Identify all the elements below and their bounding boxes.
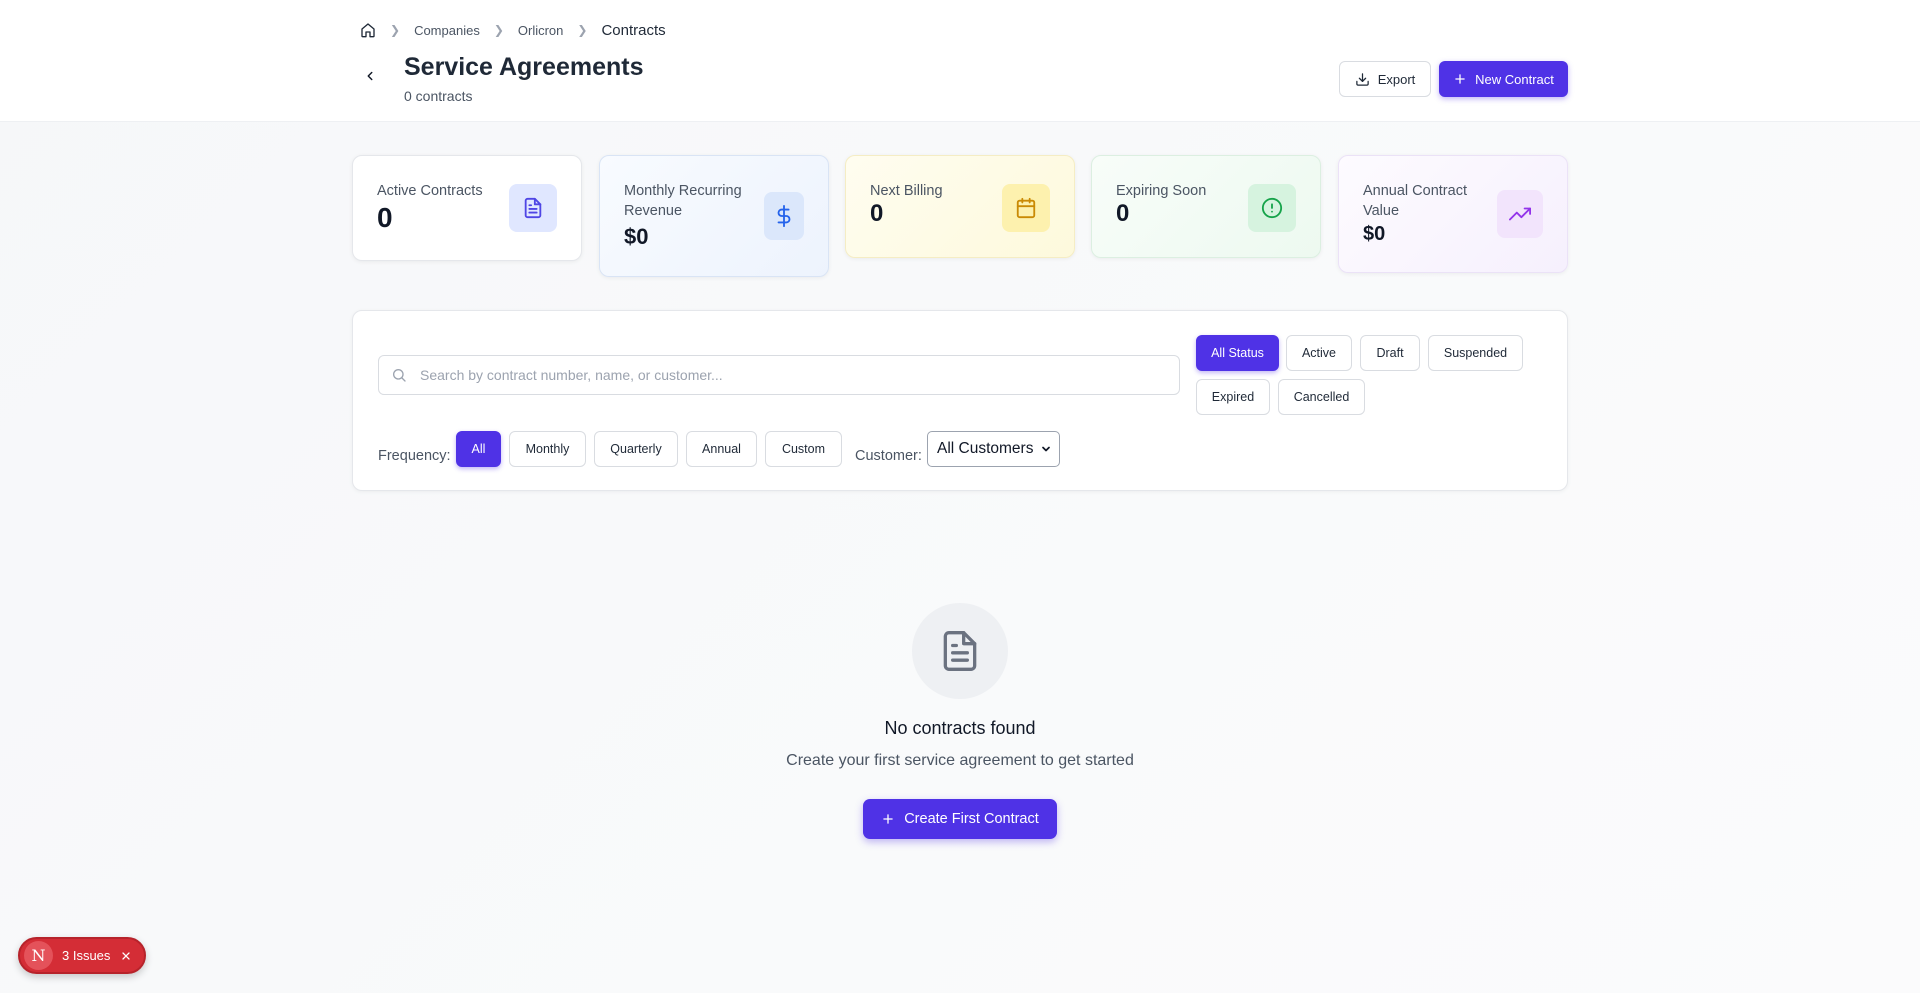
stat-label: Next Billing bbox=[870, 183, 943, 199]
chevron-down-icon bbox=[1042, 446, 1050, 452]
create-first-contract-button[interactable]: Create First Contract bbox=[863, 799, 1057, 839]
status-filter-expired[interactable]: Expired bbox=[1196, 379, 1270, 415]
home-icon[interactable] bbox=[360, 22, 376, 38]
frequency-label: Frequency: bbox=[378, 448, 451, 464]
stat-card-annual-value: Annual Contract Value $0 bbox=[1338, 155, 1568, 273]
new-contract-button[interactable]: New Contract bbox=[1439, 61, 1568, 97]
plus-icon bbox=[1455, 74, 1465, 84]
download-icon bbox=[1355, 72, 1369, 86]
stat-value: 0 bbox=[377, 202, 393, 233]
breadcrumb: ❯ Companies ❯ Orlicron ❯ Contracts bbox=[360, 20, 666, 40]
customer-label: Customer: bbox=[855, 448, 922, 464]
frequency-filter-annual[interactable]: Annual bbox=[686, 431, 757, 467]
issues-count: 3 Issues bbox=[62, 948, 111, 963]
create-first-contract-label: Create First Contract bbox=[904, 811, 1039, 827]
breadcrumb-company[interactable]: Orlicron bbox=[518, 23, 564, 38]
stat-label: Monthly Recurring Revenue bbox=[624, 183, 742, 219]
customer-select-value: All Customers bbox=[937, 440, 1034, 457]
stat-label: Annual Contract Value bbox=[1363, 183, 1467, 219]
status-filter-draft[interactable]: Draft bbox=[1360, 335, 1420, 371]
breadcrumb-current: Contracts bbox=[601, 21, 666, 39]
empty-state-icon bbox=[912, 603, 1008, 699]
nextjs-logo: N bbox=[24, 941, 53, 970]
chevron-left-icon bbox=[367, 71, 373, 81]
stat-value: $0 bbox=[1363, 223, 1386, 245]
page-header: ❯ Companies ❯ Orlicron ❯ Contracts Servi… bbox=[0, 0, 1920, 122]
contract-count: 0 contracts bbox=[404, 88, 473, 104]
frequency-filter-all[interactable]: All bbox=[456, 431, 501, 467]
frequency-filter-quarterly[interactable]: Quarterly bbox=[594, 431, 678, 467]
stat-value: 0 bbox=[1116, 200, 1130, 227]
new-contract-label: New Contract bbox=[1475, 71, 1554, 87]
stat-card-next-billing: Next Billing 0 bbox=[845, 155, 1075, 258]
back-button[interactable] bbox=[360, 66, 380, 86]
close-icon[interactable] bbox=[120, 950, 132, 962]
customer-select[interactable]: All Customers bbox=[927, 431, 1060, 467]
status-filter-active[interactable]: Active bbox=[1286, 335, 1352, 371]
page-title: Service Agreements bbox=[404, 53, 644, 81]
frequency-filter-custom[interactable]: Custom bbox=[765, 431, 842, 467]
status-filter-cancelled[interactable]: Cancelled bbox=[1278, 379, 1365, 415]
empty-state-title: No contracts found bbox=[884, 718, 1036, 738]
stat-label: Active Contracts bbox=[377, 183, 483, 199]
calendar-icon bbox=[1002, 184, 1050, 232]
export-button[interactable]: Export bbox=[1339, 61, 1431, 97]
stat-value: 0 bbox=[870, 200, 884, 227]
filters-panel: All Status Active Draft Suspended Expire… bbox=[352, 310, 1568, 491]
document-icon bbox=[943, 631, 977, 671]
search-input[interactable] bbox=[420, 356, 1179, 394]
frequency-filter-monthly[interactable]: Monthly bbox=[509, 431, 586, 467]
plus-icon bbox=[883, 814, 893, 824]
alert-circle-icon bbox=[1248, 184, 1296, 232]
search-box[interactable] bbox=[378, 355, 1180, 395]
export-label: Export bbox=[1377, 71, 1416, 87]
trending-up-icon bbox=[1497, 190, 1543, 238]
search-icon bbox=[391, 367, 407, 383]
chevron-right-icon: ❯ bbox=[577, 23, 588, 37]
empty-state-subtitle: Create your first service agreement to g… bbox=[786, 752, 1134, 769]
breadcrumb-companies[interactable]: Companies bbox=[414, 23, 480, 38]
document-icon bbox=[509, 184, 557, 232]
dollar-icon bbox=[764, 192, 804, 240]
chevron-right-icon: ❯ bbox=[390, 23, 401, 37]
chevron-right-icon: ❯ bbox=[493, 23, 504, 37]
issues-badge[interactable]: N 3 Issues bbox=[18, 937, 146, 974]
stat-card-mrr: Monthly Recurring Revenue $0 bbox=[599, 155, 829, 277]
stat-card-expiring-soon: Expiring Soon 0 bbox=[1091, 155, 1321, 258]
stat-label: Expiring Soon bbox=[1116, 183, 1207, 199]
stat-card-active-contracts: Active Contracts 0 bbox=[352, 155, 582, 261]
status-filter-suspended[interactable]: Suspended bbox=[1428, 335, 1523, 371]
status-filter-all[interactable]: All Status bbox=[1196, 335, 1279, 371]
stat-value: $0 bbox=[624, 224, 649, 249]
